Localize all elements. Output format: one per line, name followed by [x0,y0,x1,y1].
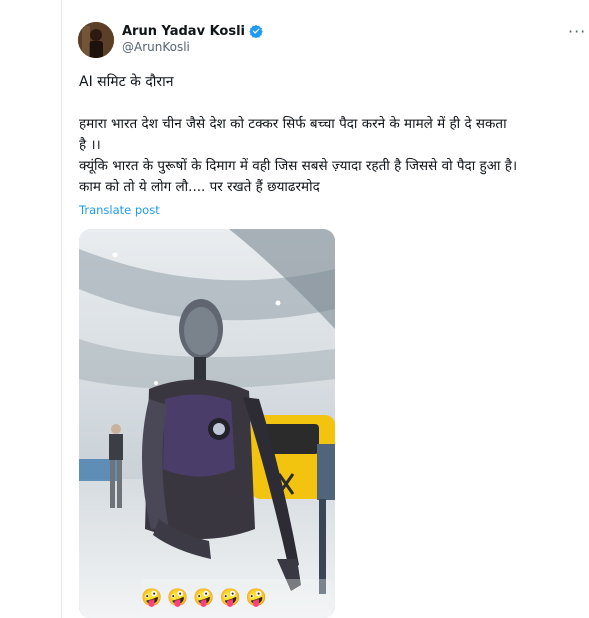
emoji-overlay: 🤪 🤪 🤪 🤪 🤪 [141,588,267,608]
post-body-line: हमारा भारत देश चीन जैसे देश को टक्कर सिर… [79,116,507,132]
post-body-line: है ।। [79,137,101,153]
author-display-name[interactable]: Arun Yadav Kosli [122,24,245,39]
video-thumbnail-icon [79,229,335,618]
author-name-row[interactable]: Arun Yadav Kosli [122,22,263,40]
author-handle[interactable]: @ArunKosli [122,40,190,54]
post-video-media[interactable] [79,229,335,618]
zany-face-emoji-icon: 🤪 [141,588,163,608]
zany-face-emoji-icon: 🤪 [167,588,189,608]
post-title-line: AI समिट के दौरान [79,74,174,90]
zany-face-emoji-icon: 🤪 [193,588,215,608]
more-options-icon[interactable]: ··· [568,24,586,40]
post-body-line: काम को तो ये लोग लौ.... पर रखते हैं छयाढ… [79,179,320,195]
zany-face-emoji-icon: 🤪 [245,588,267,608]
zany-face-emoji-icon: 🤪 [219,588,241,608]
post-body: हमारा भारत देश चीन जैसे देश को टक्कर सिर… [79,114,579,198]
post-body-line: क्यूंकि भारत के पुरूषों के दिमाग में वही… [79,158,518,174]
translate-post-link[interactable]: Translate post [79,203,160,217]
verified-badge-icon [249,24,263,38]
profile-avatar[interactable] [78,22,114,58]
